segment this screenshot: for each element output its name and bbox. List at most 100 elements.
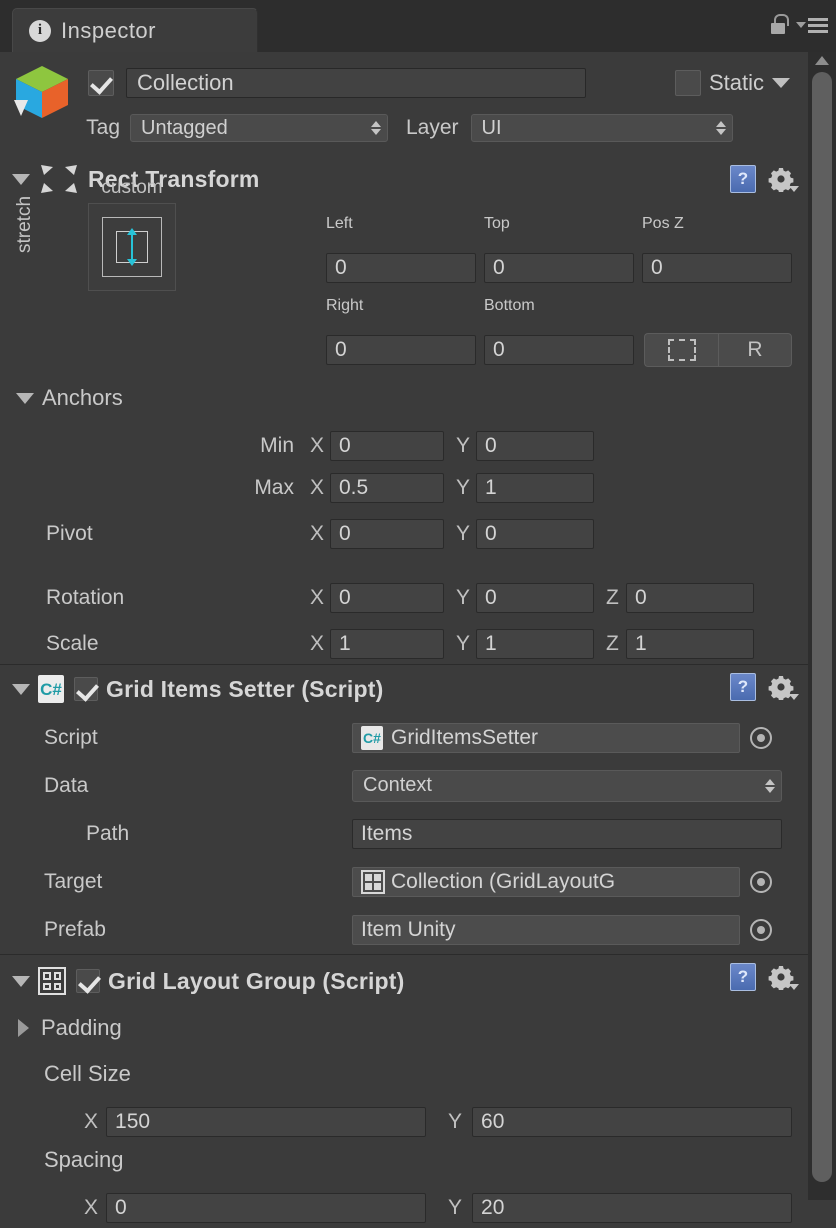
path-row: Path Items: [0, 813, 792, 854]
rotation-x-input[interactable]: 0: [330, 582, 444, 613]
posz-input[interactable]: 0: [642, 253, 792, 283]
data-enum-dropdown[interactable]: Context: [352, 769, 782, 802]
spacing-x-input[interactable]: 0: [106, 1192, 427, 1223]
gear-icon[interactable]: [768, 166, 799, 192]
component-enabled-checkbox[interactable]: [76, 969, 100, 993]
rect-transform-header-actions: ?: [730, 165, 799, 193]
left-input[interactable]: 0: [326, 253, 476, 283]
foldout-chevron-icon[interactable]: [16, 392, 34, 404]
data-value: Context: [363, 774, 432, 796]
help-icon[interactable]: ?: [730, 165, 756, 193]
anchors-label: Anchors: [42, 385, 123, 410]
scale-y-input[interactable]: 1: [476, 628, 594, 659]
help-icon[interactable]: ?: [730, 963, 756, 991]
pivot-y-input[interactable]: 0: [476, 518, 594, 549]
foldout-chevron-icon[interactable]: [12, 173, 30, 185]
chevron-updown-icon: [371, 121, 381, 135]
cell-size-x-input[interactable]: 150: [106, 1106, 427, 1137]
padding-foldout[interactable]: Padding: [18, 1015, 122, 1041]
pivot-x-input[interactable]: 0: [330, 518, 444, 549]
grid-layout-group-header-actions: ?: [730, 963, 799, 991]
tab-inspector[interactable]: i Inspector: [12, 8, 258, 52]
blueprint-mode-button[interactable]: [644, 333, 718, 367]
target-label: Target: [44, 869, 103, 893]
rect-offsets-row1-fields: 0 0 0: [326, 253, 792, 283]
axis-x-label: X: [310, 521, 325, 545]
tab-bar: i Inspector: [0, 0, 836, 52]
axis-x-label: X: [84, 1195, 99, 1219]
pivot-label: Pivot: [46, 521, 93, 545]
grid-items-setter-header[interactable]: C# Grid Items Setter (Script) ?: [0, 665, 808, 713]
right-label: Right: [326, 297, 364, 314]
scroll-up-arrow-icon[interactable]: [815, 56, 829, 65]
scale-z-input[interactable]: 1: [626, 628, 754, 659]
anchor-preset-horizontal-label: custom: [101, 177, 163, 198]
foldout-chevron-icon[interactable]: [18, 1019, 29, 1037]
script-object-picker-icon[interactable]: [750, 726, 772, 749]
anchor-max-row: Max X 0.5 Y 1: [0, 467, 792, 508]
hamburger-menu-icon[interactable]: [796, 17, 828, 33]
axis-y-label: Y: [456, 433, 471, 457]
anchor-preset-vertical-label: stretch: [14, 195, 35, 253]
scale-x-input[interactable]: 1: [330, 628, 444, 659]
script-object-field[interactable]: C# GridItemsSetter: [352, 722, 740, 753]
script-label: Script: [44, 725, 98, 749]
lock-icon[interactable]: [770, 14, 789, 36]
path-label: Path: [86, 821, 130, 845]
gear-icon[interactable]: [768, 674, 799, 700]
gear-icon[interactable]: [768, 964, 799, 990]
anchor-min-x-input[interactable]: 0: [330, 430, 444, 461]
script-value: GridItemsSetter: [391, 725, 539, 749]
data-label: Data: [44, 773, 89, 797]
csharp-script-icon: C#: [361, 725, 383, 750]
vertical-scrollbar[interactable]: [808, 52, 836, 1200]
rotation-y-input[interactable]: 0: [476, 582, 594, 613]
top-input[interactable]: 0: [484, 253, 634, 283]
help-icon[interactable]: ?: [730, 673, 756, 701]
static-dropdown-chevron-icon[interactable]: [772, 78, 790, 88]
left-label: Left: [326, 215, 353, 232]
axis-x-label: X: [310, 475, 325, 499]
rect-offsets-row1-labels: Left Top Pos Z: [326, 215, 792, 233]
raw-edit-mode-button[interactable]: R: [718, 333, 792, 367]
static-label: Static: [708, 70, 764, 95]
cell-size-y-input[interactable]: 60: [472, 1106, 793, 1137]
axis-y-label: Y: [448, 1109, 463, 1133]
axis-y-label: Y: [456, 631, 471, 655]
rotation-z-input[interactable]: 0: [626, 582, 754, 613]
right-input[interactable]: 0: [326, 335, 476, 365]
foldout-chevron-icon[interactable]: [12, 975, 30, 987]
anchors-foldout[interactable]: Anchors: [16, 385, 123, 411]
csharp-script-icon: C#: [38, 675, 64, 703]
grid-layout-group-title: Grid Layout Group (Script): [108, 967, 405, 994]
component-grid-items-setter: C# Grid Items Setter (Script) ? Script C…: [0, 665, 808, 955]
posz-label: Pos Z: [642, 215, 684, 232]
axis-x-label: X: [310, 433, 325, 457]
layer-dropdown[interactable]: UI: [470, 114, 733, 142]
scrollbar-thumb[interactable]: [812, 72, 832, 1182]
object-name-input[interactable]: Collection: [126, 68, 586, 98]
component-enabled-checkbox[interactable]: [74, 677, 98, 701]
target-object-field[interactable]: Collection (GridLayoutG: [352, 866, 740, 897]
chevron-updown-icon: [715, 121, 726, 135]
anchor-min-y-input[interactable]: 0: [476, 430, 594, 461]
grid-layout-group-header[interactable]: Grid Layout Group (Script) ?: [0, 955, 808, 1007]
anchor-max-x-input[interactable]: 0.5: [330, 472, 444, 503]
anchor-max-y-input[interactable]: 1: [476, 472, 594, 503]
static-control: Static: [674, 70, 790, 96]
prefab-object-field[interactable]: Item Unity: [352, 914, 740, 945]
target-object-picker-icon[interactable]: [750, 870, 772, 893]
static-checkbox[interactable]: [674, 70, 701, 96]
path-input[interactable]: Items: [352, 818, 782, 849]
info-icon: i: [29, 19, 51, 42]
chevron-updown-icon: [765, 778, 775, 793]
bottom-input[interactable]: 0: [484, 335, 634, 365]
target-row: Target Collection (GridLayoutG: [0, 861, 792, 902]
object-enabled-checkbox[interactable]: [88, 70, 114, 96]
tab-bar-actions: [770, 14, 828, 36]
anchor-preset-widget[interactable]: [88, 203, 176, 291]
foldout-chevron-icon[interactable]: [12, 683, 30, 695]
spacing-y-input[interactable]: 20: [472, 1192, 793, 1223]
prefab-object-picker-icon[interactable]: [750, 918, 772, 941]
tag-dropdown[interactable]: Untagged: [130, 114, 388, 142]
